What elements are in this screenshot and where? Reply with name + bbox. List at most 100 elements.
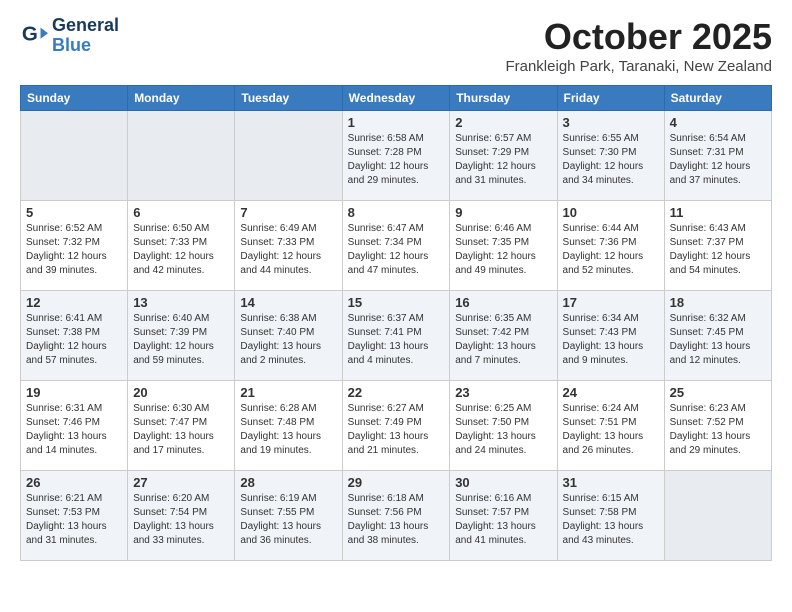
- calendar-day-cell: 11 Sunrise: 6:43 AM Sunset: 7:37 PM Dayli…: [664, 201, 771, 291]
- day-number: 7: [240, 205, 336, 220]
- calendar-day-cell: 27Sunrise: 6:20 AM Sunset: 7:54 PM Dayli…: [128, 471, 235, 561]
- calendar-day-cell: 18 Sunrise: 6:32 AM Sunset: 7:45 PM Dayli…: [664, 291, 771, 381]
- day-info: Sunrise: 6:31 AM Sunset: 7:46 PM Dayligh…: [26, 402, 122, 458]
- weekday-header-row: SundayMondayTuesdayWednesdayThursdayFrid…: [21, 86, 772, 111]
- calendar-day-cell: 29 Sunrise: 6:18 AM Sunset: 7:56 PM Dayli…: [342, 471, 450, 561]
- calendar-day-cell: 14 Sunrise: 6:38 AM Sunset: 7:40 PM Dayli…: [235, 291, 342, 381]
- day-info: Sunrise: 6:46 AM Sunset: 7:35 PM Dayligh…: [455, 222, 551, 278]
- calendar-week-row: 5 Sunrise: 6:52 AM Sunset: 7:32 PM Daylig…: [21, 201, 772, 291]
- calendar-day-cell: 7 Sunrise: 6:49 AM Sunset: 7:33 PM Daylig…: [235, 201, 342, 291]
- calendar-day-cell: [235, 111, 342, 201]
- day-info: Sunrise: 6:44 AM Sunset: 7:36 PM Dayligh…: [563, 222, 659, 278]
- calendar-day-cell: 30 Sunrise: 6:16 AM Sunset: 7:57 PM Dayli…: [450, 471, 557, 561]
- page-header: G General Blue October 2025 Frankleigh P…: [20, 16, 772, 75]
- day-number: 9: [455, 205, 551, 220]
- day-number: 12: [26, 295, 122, 310]
- calendar-day-cell: 15 Sunrise: 6:37 AM Sunset: 7:41 PM Dayli…: [342, 291, 450, 381]
- day-number: 17: [563, 295, 659, 310]
- weekday-header-tuesday: Tuesday: [235, 86, 342, 111]
- title-area: October 2025 Frankleigh Park, Taranaki, …: [505, 16, 772, 75]
- day-info: Sunrise: 6:16 AM Sunset: 7:57 PM Dayligh…: [455, 492, 551, 548]
- calendar-table: SundayMondayTuesdayWednesdayThursdayFrid…: [20, 85, 772, 561]
- day-info: Sunrise: 6:25 AM Sunset: 7:50 PM Dayligh…: [455, 402, 551, 458]
- calendar-day-cell: 8Sunrise: 6:47 AM Sunset: 7:34 PM Daylig…: [342, 201, 450, 291]
- logo-text: General Blue: [52, 16, 119, 56]
- day-number: 29: [348, 475, 445, 490]
- day-number: 3: [563, 115, 659, 130]
- day-info: Sunrise: 6:37 AM Sunset: 7:41 PM Dayligh…: [348, 312, 445, 368]
- day-number: 1: [348, 115, 445, 130]
- calendar-day-cell: 2 Sunrise: 6:57 AM Sunset: 7:29 PM Daylig…: [450, 111, 557, 201]
- day-number: 14: [240, 295, 336, 310]
- calendar-week-row: 26Sunrise: 6:21 AM Sunset: 7:53 PM Dayli…: [21, 471, 772, 561]
- calendar-day-cell: [128, 111, 235, 201]
- day-number: 30: [455, 475, 551, 490]
- day-info: Sunrise: 6:58 AM Sunset: 7:28 PM Dayligh…: [348, 132, 445, 188]
- calendar-day-cell: 24Sunrise: 6:24 AM Sunset: 7:51 PM Dayli…: [557, 381, 664, 471]
- day-number: 5: [26, 205, 122, 220]
- day-number: 4: [670, 115, 766, 130]
- calendar-day-cell: [21, 111, 128, 201]
- day-number: 31: [563, 475, 659, 490]
- day-info: Sunrise: 6:35 AM Sunset: 7:42 PM Dayligh…: [455, 312, 551, 368]
- logo-icon: G: [20, 22, 48, 50]
- calendar-day-cell: 9 Sunrise: 6:46 AM Sunset: 7:35 PM Daylig…: [450, 201, 557, 291]
- day-number: 20: [133, 385, 229, 400]
- day-number: 2: [455, 115, 551, 130]
- day-number: 28: [240, 475, 336, 490]
- calendar-day-cell: 10Sunrise: 6:44 AM Sunset: 7:36 PM Dayli…: [557, 201, 664, 291]
- day-info: Sunrise: 6:43 AM Sunset: 7:37 PM Dayligh…: [670, 222, 766, 278]
- day-info: Sunrise: 6:49 AM Sunset: 7:33 PM Dayligh…: [240, 222, 336, 278]
- day-info: Sunrise: 6:19 AM Sunset: 7:55 PM Dayligh…: [240, 492, 336, 548]
- day-number: 11: [670, 205, 766, 220]
- calendar-day-cell: 16 Sunrise: 6:35 AM Sunset: 7:42 PM Dayli…: [450, 291, 557, 381]
- day-number: 18: [670, 295, 766, 310]
- calendar-day-cell: 13Sunrise: 6:40 AM Sunset: 7:39 PM Dayli…: [128, 291, 235, 381]
- day-info: Sunrise: 6:50 AM Sunset: 7:33 PM Dayligh…: [133, 222, 229, 278]
- day-info: Sunrise: 6:30 AM Sunset: 7:47 PM Dayligh…: [133, 402, 229, 458]
- logo: G General Blue: [20, 16, 119, 56]
- calendar-week-row: 19Sunrise: 6:31 AM Sunset: 7:46 PM Dayli…: [21, 381, 772, 471]
- calendar-day-cell: 31 Sunrise: 6:15 AM Sunset: 7:58 PM Dayli…: [557, 471, 664, 561]
- weekday-header-friday: Friday: [557, 86, 664, 111]
- calendar-week-row: 1 Sunrise: 6:58 AM Sunset: 7:28 PM Daylig…: [21, 111, 772, 201]
- day-number: 21: [240, 385, 336, 400]
- weekday-header-sunday: Sunday: [21, 86, 128, 111]
- weekday-header-monday: Monday: [128, 86, 235, 111]
- day-number: 23: [455, 385, 551, 400]
- day-info: Sunrise: 6:40 AM Sunset: 7:39 PM Dayligh…: [133, 312, 229, 368]
- weekday-header-thursday: Thursday: [450, 86, 557, 111]
- day-info: Sunrise: 6:55 AM Sunset: 7:30 PM Dayligh…: [563, 132, 659, 188]
- day-number: 6: [133, 205, 229, 220]
- day-info: Sunrise: 6:24 AM Sunset: 7:51 PM Dayligh…: [563, 402, 659, 458]
- day-info: Sunrise: 6:57 AM Sunset: 7:29 PM Dayligh…: [455, 132, 551, 188]
- day-info: Sunrise: 6:23 AM Sunset: 7:52 PM Dayligh…: [670, 402, 766, 458]
- day-info: Sunrise: 6:52 AM Sunset: 7:32 PM Dayligh…: [26, 222, 122, 278]
- day-info: Sunrise: 6:38 AM Sunset: 7:40 PM Dayligh…: [240, 312, 336, 368]
- day-info: Sunrise: 6:28 AM Sunset: 7:48 PM Dayligh…: [240, 402, 336, 458]
- calendar-day-cell: 3 Sunrise: 6:55 AM Sunset: 7:30 PM Daylig…: [557, 111, 664, 201]
- calendar-day-cell: 21 Sunrise: 6:28 AM Sunset: 7:48 PM Dayli…: [235, 381, 342, 471]
- svg-text:G: G: [22, 22, 38, 45]
- calendar-day-cell: 25 Sunrise: 6:23 AM Sunset: 7:52 PM Dayli…: [664, 381, 771, 471]
- day-number: 15: [348, 295, 445, 310]
- calendar-day-cell: 4Sunrise: 6:54 AM Sunset: 7:31 PM Daylig…: [664, 111, 771, 201]
- day-info: Sunrise: 6:32 AM Sunset: 7:45 PM Dayligh…: [670, 312, 766, 368]
- weekday-header-wednesday: Wednesday: [342, 86, 450, 111]
- calendar-day-cell: 23 Sunrise: 6:25 AM Sunset: 7:50 PM Dayli…: [450, 381, 557, 471]
- weekday-header-saturday: Saturday: [664, 86, 771, 111]
- day-number: 16: [455, 295, 551, 310]
- day-number: 27: [133, 475, 229, 490]
- day-info: Sunrise: 6:18 AM Sunset: 7:56 PM Dayligh…: [348, 492, 445, 548]
- day-info: Sunrise: 6:15 AM Sunset: 7:58 PM Dayligh…: [563, 492, 659, 548]
- day-info: Sunrise: 6:41 AM Sunset: 7:38 PM Dayligh…: [26, 312, 122, 368]
- calendar-day-cell: 12 Sunrise: 6:41 AM Sunset: 7:38 PM Dayli…: [21, 291, 128, 381]
- calendar-day-cell: 1 Sunrise: 6:58 AM Sunset: 7:28 PM Daylig…: [342, 111, 450, 201]
- calendar-day-cell: 5 Sunrise: 6:52 AM Sunset: 7:32 PM Daylig…: [21, 201, 128, 291]
- day-info: Sunrise: 6:34 AM Sunset: 7:43 PM Dayligh…: [563, 312, 659, 368]
- calendar-day-cell: 20 Sunrise: 6:30 AM Sunset: 7:47 PM Dayli…: [128, 381, 235, 471]
- calendar-day-cell: [664, 471, 771, 561]
- location: Frankleigh Park, Taranaki, New Zealand: [505, 58, 772, 75]
- day-info: Sunrise: 6:21 AM Sunset: 7:53 PM Dayligh…: [26, 492, 122, 548]
- day-number: 25: [670, 385, 766, 400]
